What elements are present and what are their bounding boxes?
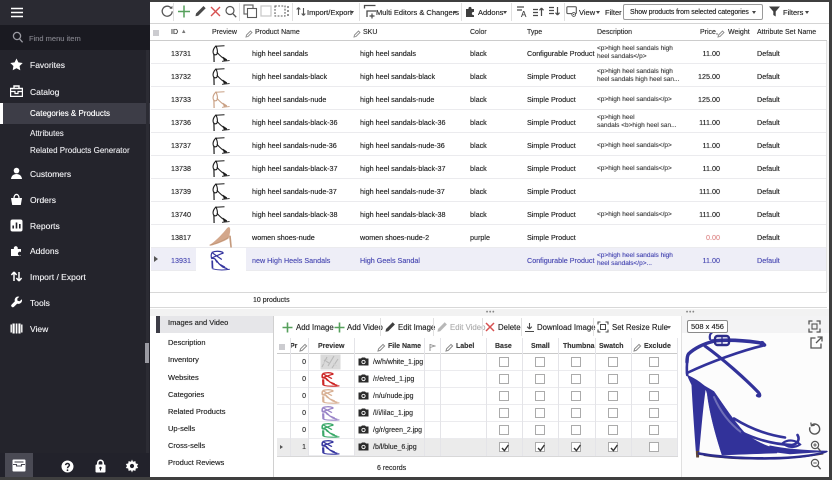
svg-text:A: A <box>521 10 527 18</box>
